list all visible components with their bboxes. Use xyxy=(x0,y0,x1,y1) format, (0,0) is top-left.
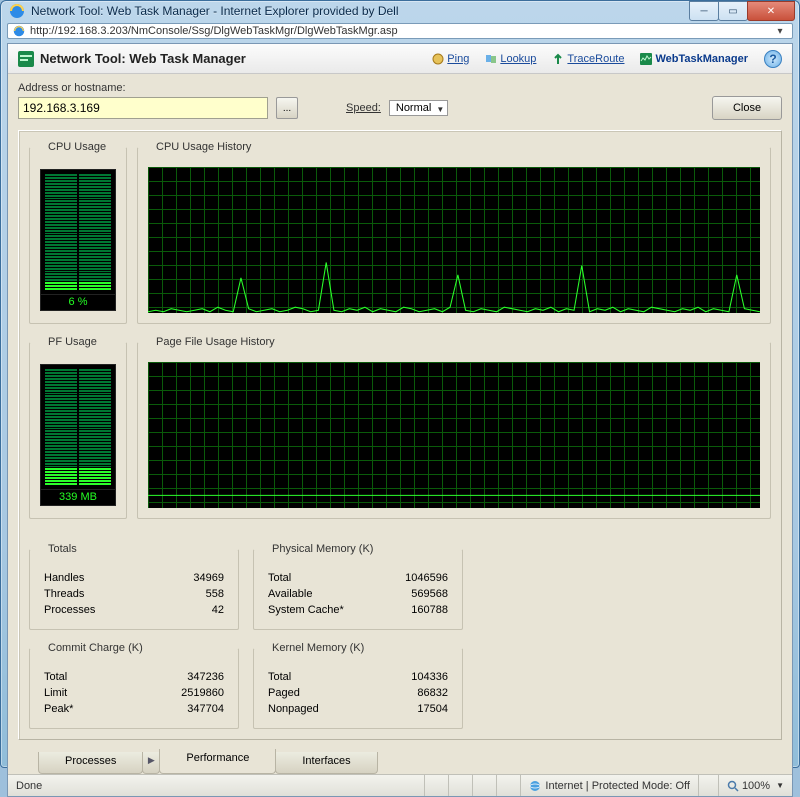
performance-panel: CPU Usage 6 % CPU Usage History xyxy=(18,130,782,740)
commit-peak-label: Peak* xyxy=(42,702,118,716)
pf-history-group: Page File Usage History xyxy=(137,336,771,519)
pf-gauge-title: PF Usage xyxy=(44,336,101,348)
kmem-nonpaged-label: Nonpaged xyxy=(266,702,370,716)
status-zone: Internet | Protected Mode: Off xyxy=(520,775,698,796)
app-title: Network Tool: Web Task Manager xyxy=(40,51,432,66)
kmem-paged-value: 86832 xyxy=(372,686,450,700)
status-resize xyxy=(698,775,718,796)
taskmgr-icon xyxy=(640,53,652,65)
internet-zone-icon xyxy=(529,780,541,792)
pf-history-title: Page File Usage History xyxy=(152,336,279,348)
kmem-title: Kernel Memory (K) xyxy=(268,642,368,654)
threads-label: Threads xyxy=(42,587,154,601)
physmem-total-label: Total xyxy=(266,571,381,585)
lookup-icon xyxy=(485,53,497,65)
kmem-group: Kernel Memory (K) Total104336 Paged86832… xyxy=(253,642,463,729)
kmem-nonpaged-value: 17504 xyxy=(372,702,450,716)
handles-label: Handles xyxy=(42,571,154,585)
zoom-control[interactable]: 100%▼ xyxy=(718,775,792,796)
cpu-history-group: CPU Usage History xyxy=(137,141,771,324)
page-icon xyxy=(12,24,26,38)
browser-window: Network Tool: Web Task Manager - Interne… xyxy=(0,0,800,768)
threads-value: 558 xyxy=(156,587,226,601)
nav-webtaskmanager[interactable]: WebTaskManager xyxy=(640,53,748,65)
address-browse-button[interactable]: ... xyxy=(276,97,298,119)
globe-icon xyxy=(432,53,444,65)
traceroute-icon xyxy=(552,53,564,65)
processes-label: Processes xyxy=(42,603,154,617)
browser-address-bar[interactable]: http://192.168.3.203/NmConsole/Ssg/DlgWe… xyxy=(7,23,793,39)
physmem-cache-label: System Cache* xyxy=(266,603,381,617)
window-titlebar: Network Tool: Web Task Manager - Interne… xyxy=(1,1,799,21)
physmem-total-value: 1046596 xyxy=(383,571,450,585)
app-content: Network Tool: Web Task Manager Ping Look… xyxy=(7,43,793,797)
physmem-avail-label: Available xyxy=(266,587,381,601)
cpu-gauge xyxy=(40,169,116,295)
physmem-group: Physical Memory (K) Total1046596 Availab… xyxy=(253,543,463,630)
commit-title: Commit Charge (K) xyxy=(44,642,147,654)
cpu-gauge-title: CPU Usage xyxy=(44,141,110,153)
close-button[interactable]: Close xyxy=(712,96,782,120)
app-toolbar: Network Tool: Web Task Manager Ping Look… xyxy=(8,44,792,74)
address-label: Address or hostname: xyxy=(18,82,782,94)
kmem-total-value: 104336 xyxy=(372,670,450,684)
tab-indicator-icon: ▶ xyxy=(142,752,160,774)
window-minimize-button[interactable]: ─ xyxy=(689,1,719,21)
cpu-history-chart xyxy=(148,167,760,313)
pf-gauge-value: 339 MB xyxy=(40,490,116,506)
pf-usage-group: PF Usage 339 MB xyxy=(29,336,127,519)
address-input[interactable] xyxy=(18,97,268,119)
zoom-icon xyxy=(727,780,739,792)
physmem-avail-value: 569568 xyxy=(383,587,450,601)
tab-processes[interactable]: Processes xyxy=(38,752,143,774)
tab-bar: Processes ▶ Performance Interfaces xyxy=(38,748,782,774)
url-dropdown-icon[interactable]: ▾ xyxy=(772,26,788,37)
handles-value: 34969 xyxy=(156,571,226,585)
kmem-paged-label: Paged xyxy=(266,686,370,700)
tab-performance[interactable]: Performance xyxy=(159,749,276,774)
browser-status-bar: Done Internet | Protected Mode: Off 100%… xyxy=(8,774,792,796)
commit-limit-label: Limit xyxy=(42,686,118,700)
nav-ping[interactable]: Ping xyxy=(432,53,469,65)
totals-group: Totals Handles34969 Threads558 Processes… xyxy=(29,543,239,630)
totals-title: Totals xyxy=(44,543,81,555)
status-done: Done xyxy=(8,775,424,796)
commit-group: Commit Charge (K) Total347236 Limit25198… xyxy=(29,642,239,729)
physmem-title: Physical Memory (K) xyxy=(268,543,377,555)
cpu-gauge-value: 6 % xyxy=(40,295,116,311)
nav-traceroute[interactable]: TraceRoute xyxy=(552,53,624,65)
window-maximize-button[interactable]: ▭ xyxy=(718,1,748,21)
window-close-button[interactable]: ✕ xyxy=(747,1,795,21)
pf-gauge xyxy=(40,364,116,490)
nav-lookup[interactable]: Lookup xyxy=(485,53,536,65)
speed-select[interactable]: Normal xyxy=(389,100,448,116)
help-icon[interactable]: ? xyxy=(764,50,782,68)
cpu-usage-group: CPU Usage 6 % xyxy=(29,141,127,324)
processes-value: 42 xyxy=(156,603,226,617)
url-text: http://192.168.3.203/NmConsole/Ssg/DlgWe… xyxy=(26,25,772,37)
commit-total-label: Total xyxy=(42,670,118,684)
app-body: Address or hostname: ... Speed: Normal C… xyxy=(8,74,792,774)
cpu-history-title: CPU Usage History xyxy=(152,141,255,153)
speed-label[interactable]: Speed: xyxy=(346,102,381,114)
physmem-cache-value: 160788 xyxy=(383,603,450,617)
pf-history-chart xyxy=(148,362,760,508)
app-logo-icon xyxy=(18,51,34,67)
commit-peak-value: 347704 xyxy=(120,702,226,716)
tab-interfaces[interactable]: Interfaces xyxy=(275,752,377,774)
ie-icon xyxy=(9,3,25,19)
window-title: Network Tool: Web Task Manager - Interne… xyxy=(31,4,690,18)
commit-limit-value: 2519860 xyxy=(120,686,226,700)
kmem-total-label: Total xyxy=(266,670,370,684)
commit-total-value: 347236 xyxy=(120,670,226,684)
